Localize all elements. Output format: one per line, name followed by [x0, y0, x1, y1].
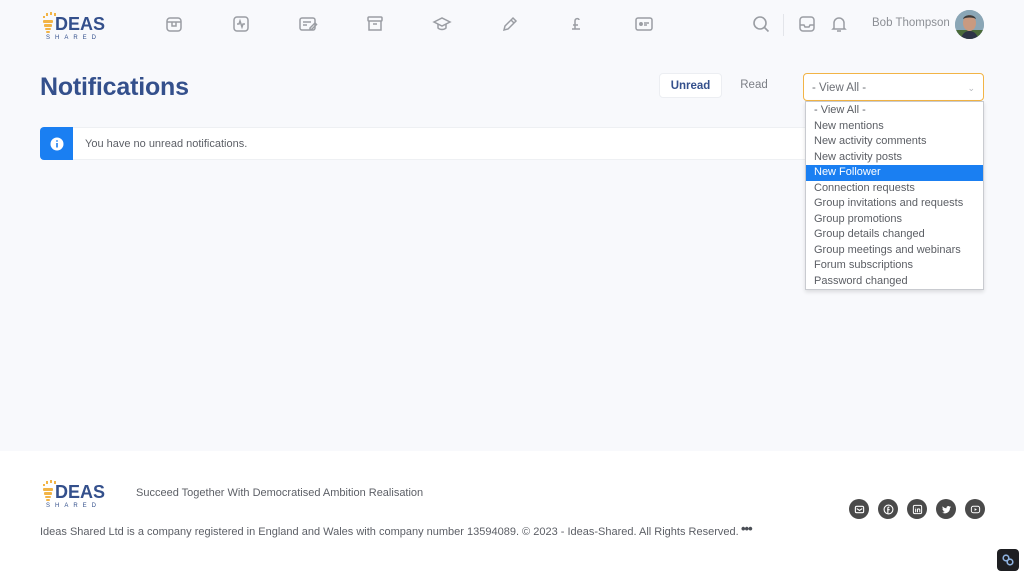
filter-option[interactable]: Forum subscriptions	[806, 258, 983, 274]
marketplace-icon[interactable]	[164, 14, 184, 34]
user-name[interactable]: Bob Thompson	[872, 17, 950, 29]
twitter-icon[interactable]	[936, 499, 956, 519]
top-navbar: DEAS SHARED Bob Thompson	[0, 0, 1024, 50]
page-title: Notifications	[40, 73, 189, 101]
blog-icon[interactable]	[499, 14, 519, 34]
svg-text:DEAS: DEAS	[55, 14, 105, 34]
svg-text:DEAS: DEAS	[55, 482, 105, 502]
user-avatar[interactable]	[955, 10, 984, 39]
footer-legal: Ideas Shared Ltd is a company registered…	[40, 526, 739, 538]
svg-text:SHARED: SHARED	[46, 503, 101, 508]
archive-icon[interactable]	[365, 14, 385, 34]
site-logo[interactable]: DEAS SHARED	[40, 10, 120, 40]
filter-selected-value: - View All -	[812, 82, 867, 94]
footer-tagline: Succeed Together With Democratised Ambit…	[136, 487, 424, 499]
avatar-image	[955, 10, 984, 39]
filter-option[interactable]: - View All -	[806, 103, 983, 119]
youtube-icon[interactable]	[965, 499, 985, 519]
inbox-icon[interactable]	[797, 14, 817, 34]
filter-dropdown-list: - View All - New mentions New activity c…	[805, 101, 984, 290]
header-divider	[783, 14, 784, 36]
notification-filter-select[interactable]: - View All - ⌄	[803, 73, 984, 101]
projects-icon[interactable]	[298, 14, 318, 34]
more-options-button[interactable]: •••	[741, 521, 753, 536]
info-icon	[40, 127, 73, 160]
tab-unread[interactable]: Unread	[659, 73, 722, 98]
logo-icon: DEAS SHARED	[43, 12, 105, 40]
learning-icon[interactable]	[432, 14, 452, 34]
activity-icon[interactable]	[231, 14, 251, 34]
filter-option[interactable]: New activity posts	[806, 150, 983, 166]
funding-icon[interactable]	[566, 14, 586, 34]
site-footer: DEAS SHARED Succeed Together With Democr…	[0, 451, 1024, 576]
tab-read[interactable]: Read	[730, 73, 778, 98]
footer-logo[interactable]: DEAS SHARED	[40, 478, 120, 509]
filter-option[interactable]: Group meetings and webinars	[806, 243, 983, 259]
bell-icon[interactable]	[829, 14, 849, 34]
alert-message: You have no unread notifications.	[85, 138, 248, 150]
linkedin-icon[interactable]	[907, 499, 927, 519]
filter-option[interactable]: Group promotions	[806, 212, 983, 228]
email-icon[interactable]	[849, 499, 869, 519]
search-icon[interactable]	[751, 14, 771, 34]
chevron-down-icon: ⌄	[967, 83, 975, 93]
link-icon	[1002, 554, 1014, 566]
accessibility-widget-button[interactable]	[997, 549, 1019, 571]
filter-option[interactable]: Password changed	[806, 274, 983, 290]
svg-text:SHARED: SHARED	[46, 35, 101, 40]
logo-icon: DEAS SHARED	[43, 480, 105, 509]
filter-option[interactable]: New mentions	[806, 119, 983, 135]
facebook-icon[interactable]	[878, 499, 898, 519]
filter-option[interactable]: New activity comments	[806, 134, 983, 150]
filter-option[interactable]: Connection requests	[806, 181, 983, 197]
profile-card-icon[interactable]	[634, 14, 654, 34]
filter-option[interactable]: Group details changed	[806, 227, 983, 243]
filter-option[interactable]: Group invitations and requests	[806, 196, 983, 212]
filter-option-highlighted[interactable]: New Follower	[806, 165, 983, 181]
